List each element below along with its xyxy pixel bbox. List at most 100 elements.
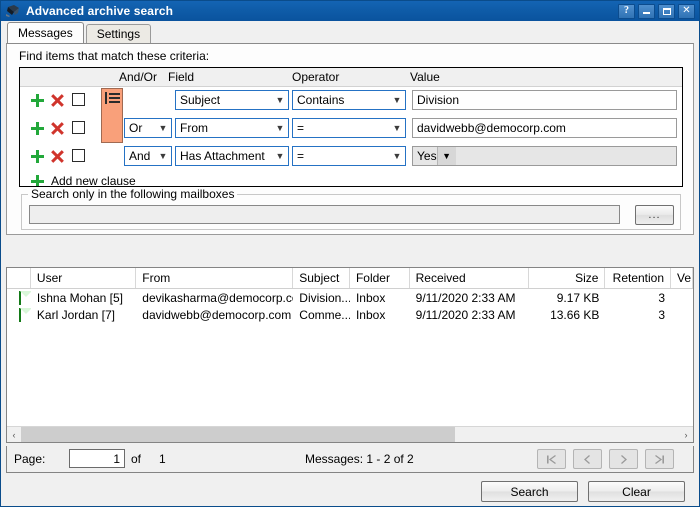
cell-subject: Comme...	[293, 308, 350, 322]
cell-retention: 3	[605, 308, 671, 322]
column-header-from[interactable]: From	[136, 268, 293, 288]
operator-select-1-value: Contains	[297, 93, 389, 107]
criteria-grid-header: And/Or Field Operator Value	[20, 68, 682, 87]
andor-select-3[interactable]: And ▼	[124, 146, 172, 166]
scrollbar-thumb[interactable]	[21, 427, 455, 442]
column-header-folder[interactable]: Folder	[350, 268, 410, 288]
cell-retention: 3	[605, 291, 671, 305]
tab-messages[interactable]: Messages	[7, 22, 84, 43]
scrollbar-track[interactable]	[21, 427, 679, 442]
chevron-down-icon: ▼	[272, 95, 288, 105]
value-input-2[interactable]: davidwebb@democorp.com	[412, 118, 677, 138]
column-header-user[interactable]: User	[31, 268, 136, 288]
chevron-down-icon: ▼	[389, 95, 405, 105]
close-icon: ✕	[682, 6, 690, 16]
table-row[interactable]: Ishna Mohan [5] devikasharma@democorp.co…	[7, 289, 693, 306]
minimize-button[interactable]	[638, 4, 655, 19]
dialog-footer: Search Clear	[1, 479, 699, 506]
delete-clause-row-icon[interactable]	[51, 150, 64, 163]
andor-select-2[interactable]: Or ▼	[124, 118, 172, 138]
field-select-3[interactable]: Has Attachment ▼	[175, 146, 289, 166]
chevron-down-icon: ▼	[272, 151, 288, 161]
maximize-button[interactable]	[658, 4, 675, 19]
column-header-field: Field	[168, 70, 194, 84]
tab-settings-label: Settings	[97, 27, 140, 41]
table-row[interactable]: Karl Jordan [7] davidwebb@democorp.com C…	[7, 306, 693, 323]
operator-select-2[interactable]: = ▼	[292, 118, 406, 138]
column-header-subject[interactable]: Subject	[293, 268, 350, 288]
column-header-received[interactable]: Received	[410, 268, 529, 288]
add-clause-row-icon[interactable]	[31, 94, 44, 107]
help-button[interactable]: ?	[618, 4, 635, 19]
find-criteria-label: Find items that match these criteria:	[19, 49, 209, 63]
archive-gem-icon	[5, 4, 21, 18]
column-header-version[interactable]: Ve	[671, 268, 693, 288]
row-icon-cell	[7, 308, 31, 322]
criteria-row: And ▼ Has Attachment ▼ = ▼ Yes ▼	[20, 143, 682, 171]
previous-page-button[interactable]	[573, 449, 602, 469]
criteria-row-checkbox[interactable]	[72, 93, 85, 106]
value-select-3[interactable]: Yes ▼	[412, 146, 677, 166]
clear-button-label: Clear	[622, 485, 651, 499]
chevron-down-icon: ▼	[389, 123, 405, 133]
row-icon-cell	[7, 291, 31, 305]
column-header-andor: And/Or	[119, 70, 157, 84]
operator-select-3[interactable]: = ▼	[292, 146, 406, 166]
andor-select-3-value: And	[129, 149, 155, 163]
results-grid-body: Ishna Mohan [5] devikasharma@democorp.co…	[7, 289, 693, 426]
column-header-icon[interactable]	[7, 268, 31, 288]
row-handle-icon	[105, 92, 120, 104]
value-input-1[interactable]: Division	[412, 90, 677, 110]
add-new-clause-row[interactable]: Add new clause	[20, 171, 682, 187]
chevron-down-icon: ▼	[389, 151, 405, 161]
cell-user: Ishna Mohan [5]	[31, 291, 136, 305]
field-select-2[interactable]: From ▼	[175, 118, 289, 138]
minimize-icon	[643, 12, 650, 14]
results-grid-header: User From Subject Folder Received Size R…	[7, 268, 693, 289]
last-page-button[interactable]	[645, 449, 674, 469]
field-select-2-value: From	[180, 121, 272, 135]
criteria-row-handle[interactable]	[101, 88, 123, 143]
field-select-1[interactable]: Subject ▼	[175, 90, 289, 110]
next-page-button[interactable]	[609, 449, 638, 469]
search-button[interactable]: Search	[481, 481, 578, 502]
criteria-row-checkbox[interactable]	[72, 149, 85, 162]
chevron-down-icon: ▼	[272, 123, 288, 133]
page-of-label: of	[131, 452, 141, 466]
criteria-grid: And/Or Field Operator Value	[19, 67, 683, 187]
add-clause-row-icon[interactable]	[31, 122, 44, 135]
page-label: Page:	[14, 452, 45, 466]
close-button[interactable]: ✕	[678, 4, 695, 19]
column-header-value: Value	[410, 70, 440, 84]
window-title: Advanced archive search	[26, 4, 618, 18]
add-clause-row-icon[interactable]	[31, 150, 44, 163]
value-input-1-value: Division	[417, 93, 459, 107]
chevron-down-icon: ▼	[155, 123, 171, 133]
delete-clause-row-icon[interactable]	[51, 94, 64, 107]
results-horizontal-scrollbar[interactable]: ‹ ›	[7, 426, 693, 442]
field-select-1-value: Subject	[180, 93, 272, 107]
scroll-right-icon[interactable]: ›	[679, 427, 693, 442]
total-pages-label: 1	[159, 452, 166, 466]
mailboxes-legend: Search only in the following mailboxes	[28, 187, 237, 201]
tab-settings[interactable]: Settings	[86, 24, 151, 43]
column-header-size[interactable]: Size	[529, 268, 606, 288]
criteria-row-checkbox[interactable]	[72, 121, 85, 134]
page-number-input[interactable]: 1	[69, 449, 125, 468]
cell-received: 9/11/2020 2:33 AM	[410, 291, 529, 305]
mail-envelope-icon	[19, 291, 21, 305]
first-page-button[interactable]	[537, 449, 566, 469]
column-header-retention[interactable]: Retention	[605, 268, 671, 288]
mailboxes-list[interactable]	[29, 205, 620, 224]
scroll-left-icon[interactable]: ‹	[7, 427, 21, 442]
operator-select-1[interactable]: Contains ▼	[292, 90, 406, 110]
clear-button[interactable]: Clear	[588, 481, 685, 502]
cell-size: 9.17 KB	[529, 291, 606, 305]
cell-folder: Inbox	[350, 308, 410, 322]
advanced-archive-search-window: Advanced archive search ? ✕ Messages Set…	[0, 0, 700, 507]
delete-clause-row-icon[interactable]	[51, 122, 64, 135]
chevron-left-icon	[582, 454, 593, 465]
mail-envelope-icon	[19, 308, 21, 322]
mailboxes-browse-button[interactable]: ...	[635, 205, 674, 225]
title-bar: Advanced archive search ? ✕	[1, 1, 699, 21]
